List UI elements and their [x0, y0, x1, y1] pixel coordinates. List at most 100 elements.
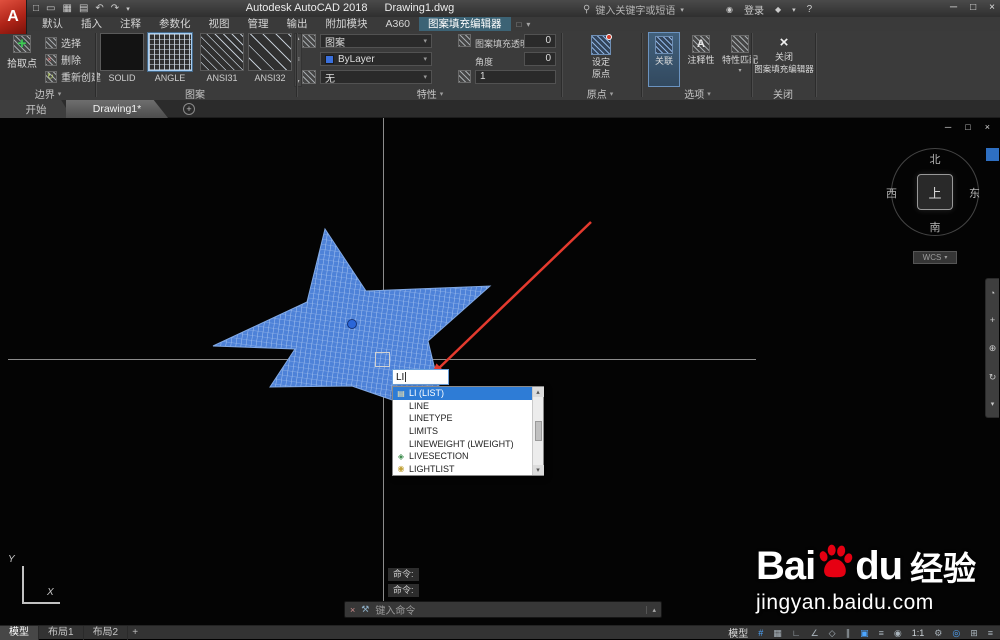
ortho-mode-icon[interactable]: ∟	[792, 626, 801, 640]
app-store-icon[interactable]: ◆	[775, 5, 781, 14]
suggestion-livesection[interactable]: ◈ LIVESECTION	[393, 450, 532, 463]
autocad-logo-menu[interactable]: A	[0, 0, 27, 34]
transparency-input[interactable]: 0	[524, 34, 556, 48]
new-layout-button[interactable]: +	[128, 627, 142, 638]
lineweight-icon[interactable]: ≡	[879, 626, 884, 640]
match-properties-button[interactable]: 特性匹配 ▾	[721, 32, 759, 87]
object-snap-tracking-icon[interactable]: ∥	[846, 626, 851, 640]
viewcube-east[interactable]: 东	[969, 185, 980, 201]
workspace-switching-icon[interactable]: ⚙	[934, 626, 942, 640]
hatch-origin-dot[interactable]	[347, 319, 357, 329]
signin-button[interactable]: 登录	[744, 2, 764, 17]
orbit-icon[interactable]: ↻	[989, 372, 997, 383]
boundary-panel-label[interactable]: 边界 ▾	[8, 87, 88, 101]
object-snap-icon[interactable]: ▣	[860, 626, 869, 640]
qat-dropdown-icon[interactable]: ▾	[126, 5, 130, 13]
hatch-color-dropdown[interactable]: ByLayer ▾	[320, 52, 432, 66]
layout-tab-layout2[interactable]: 布局2	[84, 625, 129, 640]
select-boundary-button[interactable]: 选择	[45, 35, 81, 50]
drawing-close-button[interactable]: ×	[985, 122, 990, 132]
search-placeholder[interactable]: 键入关键字或短语	[595, 2, 675, 17]
hatch-scale-input[interactable]: 1	[475, 70, 556, 84]
command-line-bar[interactable]: × ⚒ 键入命令 ▴	[344, 601, 662, 618]
restore-button[interactable]: □	[970, 2, 976, 13]
viewcube-top-face[interactable]: 上	[917, 174, 953, 210]
hatch-type-dropdown[interactable]: 图案 ▾	[320, 34, 432, 49]
model-space-button[interactable]: 模型	[728, 625, 748, 640]
origin-panel-label[interactable]: 原点 ▾	[565, 87, 635, 101]
annotation-scale-button[interactable]: 1:1	[912, 626, 925, 640]
viewport-control-icon[interactable]	[986, 148, 999, 161]
command-recent-icon[interactable]: ▴	[646, 605, 656, 614]
grid-toggle-icon[interactable]: #	[758, 626, 763, 640]
save-icon[interactable]: ▦	[63, 3, 72, 14]
tab-parametric[interactable]: 参数化	[150, 17, 200, 31]
dynamic-command-input[interactable]: LI	[392, 369, 449, 385]
command-close-icon[interactable]: ×	[350, 605, 355, 615]
new-drawing-tab-button[interactable]: +	[183, 103, 195, 115]
plot-icon[interactable]: ▤	[79, 3, 88, 14]
ribbon-display-toggle[interactable]: □ ▾	[517, 20, 531, 29]
open-file-icon[interactable]: ▭	[46, 3, 55, 14]
search-dropdown-icon[interactable]: ▾	[680, 6, 684, 14]
isometric-drafting-icon[interactable]: ◇	[829, 626, 836, 640]
tab-output[interactable]: 输出	[278, 17, 317, 31]
tab-annotate[interactable]: 注释	[111, 17, 150, 31]
close-button[interactable]: ×	[989, 2, 995, 13]
background-color-dropdown[interactable]: 无 ▾	[320, 70, 432, 85]
tab-view[interactable]: 视图	[200, 17, 239, 31]
suggestion-li-list[interactable]: ▤ LI (LIST)	[393, 387, 532, 400]
undo-icon[interactable]: ↶	[95, 3, 103, 14]
file-tab-drawing1[interactable]: Drawing1*	[66, 100, 168, 118]
navbar-more-icon[interactable]: ▾	[991, 400, 995, 408]
minimize-button[interactable]: ─	[950, 2, 957, 13]
redo-icon[interactable]: ↷	[111, 3, 119, 14]
tab-manage[interactable]: 管理	[239, 17, 278, 31]
pick-points-button[interactable]: + 拾取点	[3, 32, 41, 87]
command-customize-icon[interactable]: ⚒	[361, 604, 369, 615]
scrollbar-thumb[interactable]	[534, 421, 542, 441]
stay-connected-icon[interactable]: ▾	[792, 6, 796, 14]
suggestion-limits[interactable]: LIMITS	[393, 425, 532, 438]
suggestion-linetype[interactable]: LINETYPE	[393, 412, 532, 425]
tab-a360[interactable]: A360	[377, 17, 420, 31]
remove-boundary-button[interactable]: × 删除	[45, 52, 81, 67]
viewcube-west[interactable]: 西	[886, 185, 897, 201]
tab-addins[interactable]: 附加模块	[317, 17, 377, 31]
suggestion-scrollbar[interactable]: ▴ ▾	[532, 387, 544, 475]
properties-panel-label[interactable]: 特性 ▾	[370, 87, 490, 101]
viewcube-south[interactable]: 南	[915, 219, 955, 235]
isolate-objects-icon[interactable]: ◎	[952, 626, 960, 640]
hardware-acceleration-icon[interactable]: ⊞	[970, 626, 978, 640]
scroll-down-icon[interactable]: ▾	[532, 465, 544, 475]
tab-default[interactable]: 默认	[33, 17, 72, 31]
swatch-solid[interactable]	[100, 33, 144, 71]
associative-button[interactable]: 关联	[648, 32, 680, 87]
viewcube-north[interactable]: 北	[915, 151, 955, 167]
file-tab-start[interactable]: 开始	[0, 100, 72, 118]
command-placeholder[interactable]: 键入命令	[375, 602, 415, 617]
layout-tab-model[interactable]: 模型	[0, 625, 39, 640]
help-icon[interactable]: ?	[807, 4, 813, 15]
annotative-button[interactable]: A 注释性	[685, 32, 717, 87]
swatch-ansi32[interactable]	[248, 33, 292, 71]
customize-icon[interactable]: ≡	[988, 626, 993, 640]
options-panel-label[interactable]: 选项 ▾	[645, 87, 750, 101]
new-file-icon[interactable]: □	[33, 3, 39, 14]
navigation-wheel-icon[interactable]: ◔	[990, 288, 995, 298]
drawing-restore-button[interactable]: □	[965, 122, 970, 132]
annotation-visibility-icon[interactable]: ◉	[894, 626, 902, 640]
drawing-minimize-button[interactable]: ─	[945, 122, 951, 132]
swatch-angle[interactable]	[148, 33, 192, 71]
swatch-ansi31[interactable]	[200, 33, 244, 71]
tab-hatch-editor[interactable]: 图案填充编辑器	[419, 17, 511, 31]
recreate-boundary-button[interactable]: ↻ 重新创建	[45, 69, 101, 84]
close-hatch-editor-button[interactable]: × 关闭 图案填充编辑器	[754, 32, 814, 87]
suggestion-lineweight[interactable]: LINEWEIGHT (LWEIGHT)	[393, 437, 532, 450]
help-search[interactable]: ⚲ 键入关键字或短语 ▾	[583, 2, 684, 17]
polar-tracking-icon[interactable]: ∠	[811, 626, 819, 640]
tab-insert[interactable]: 插入	[72, 17, 111, 31]
set-origin-button[interactable]: 设定 原点	[572, 32, 630, 87]
pan-icon[interactable]: +	[990, 315, 995, 325]
zoom-icon[interactable]: ⊕	[989, 343, 997, 354]
